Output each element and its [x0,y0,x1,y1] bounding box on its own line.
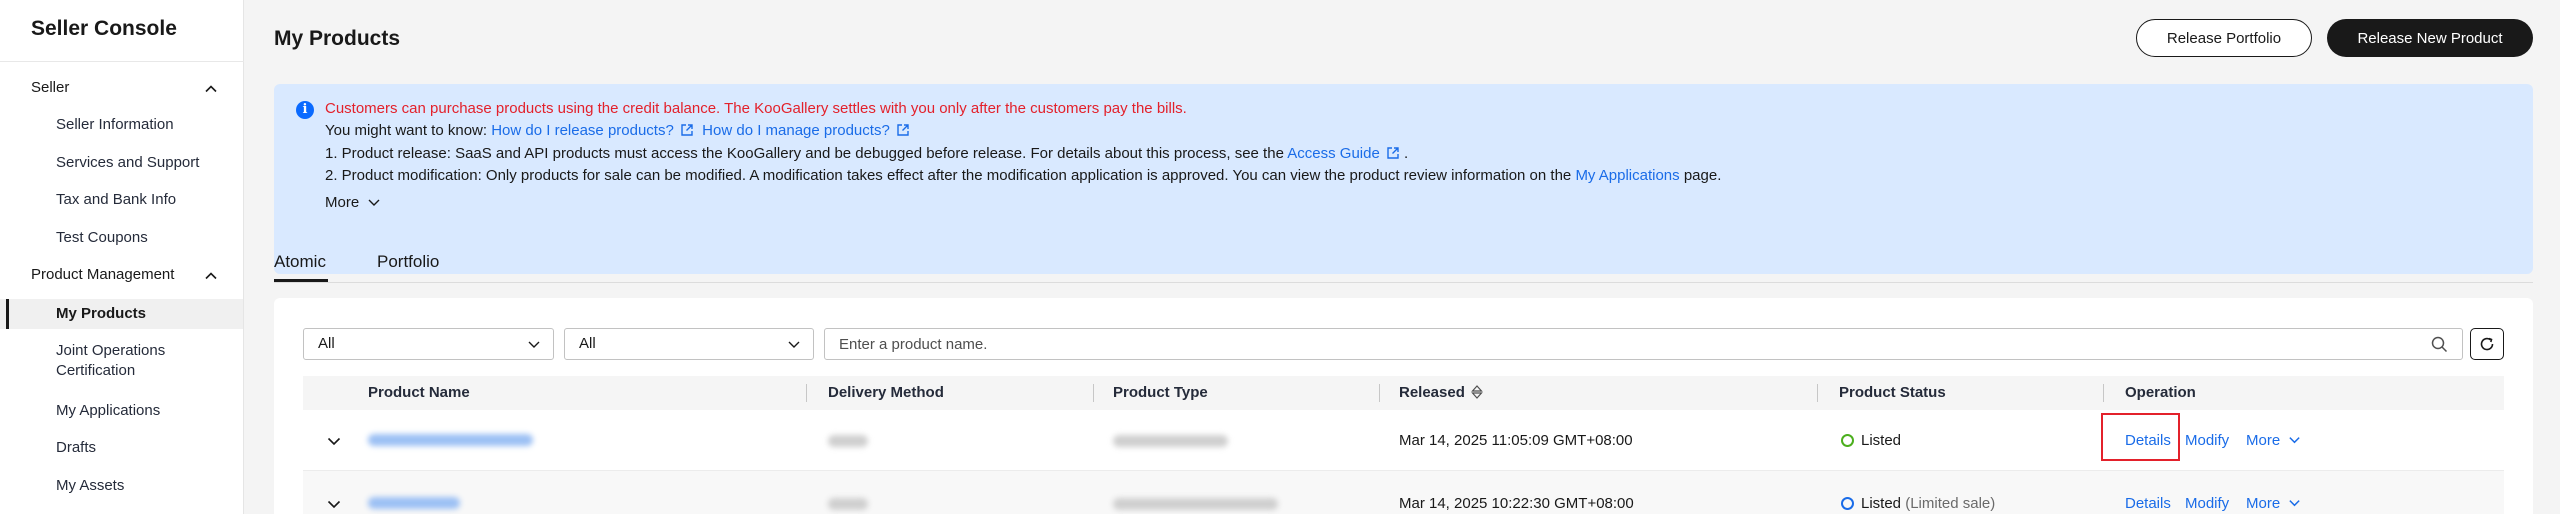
product-search [824,328,2463,360]
chevron-down-icon [2289,437,2301,444]
filter-select-2-value: All [579,335,596,352]
column-product-type: Product Type [1113,384,1208,401]
tab-atomic[interactable]: Atomic [274,252,326,272]
delivery-method-redacted [828,435,868,447]
released-time: Mar 14, 2025 10:22:30 GMT+08:00 [1399,495,1634,512]
chevron-down-icon [528,341,540,348]
sort-icon[interactable] [1471,385,1483,399]
more-menu-label: More [2246,495,2281,512]
filter-select-2[interactable]: All [564,328,814,360]
status-dot-icon [1841,434,1854,447]
column-resizer[interactable] [1379,384,1380,402]
sidebar-item-test-coupons[interactable]: Test Coupons [56,228,148,248]
status-note: (Limited sale) [1905,495,1996,512]
tab-portfolio[interactable]: Portfolio [377,252,439,272]
sidebar-group-seller[interactable]: Seller [31,79,69,96]
help-prefix: You might want to know: [325,122,488,139]
status-dot-icon [1841,497,1854,510]
column-released-label: Released [1399,384,1465,401]
filter-select-1-value: All [318,335,335,352]
chevron-down-icon [788,341,800,348]
notice-banner: i Customers can purchase products using … [274,84,2533,274]
sidebar-item-services-and-support[interactable]: Services and Support [56,153,199,173]
sidebar-item-my-assets[interactable]: My Assets [56,476,124,496]
modification-rule-end: page. [1683,167,1722,184]
column-product-status: Product Status [1839,384,1946,401]
sidebar-group-product-management[interactable]: Product Management [31,266,174,283]
refresh-button[interactable] [2470,328,2504,360]
access-guide-link[interactable]: Access Guide [1287,145,1380,162]
my-applications-link[interactable]: My Applications [1575,167,1679,184]
search-icon[interactable] [2431,336,2448,353]
expand-row-icon[interactable] [326,496,342,512]
sidebar-item-my-products[interactable]: My Products [56,304,146,324]
column-operation: Operation [2125,384,2196,401]
column-released[interactable]: Released [1399,376,1483,410]
status-text: Listed [1861,495,1902,512]
external-link-icon[interactable] [1386,146,1400,160]
column-resizer[interactable] [1817,384,1818,402]
chevron-up-icon[interactable] [204,82,218,96]
external-link-icon[interactable] [896,123,910,137]
credit-balance-warning: Customers can purchase products using th… [325,100,1187,117]
modification-rule-line: 2. Product modification: Only products f… [325,167,1721,184]
status-text: Listed [1861,432,1902,449]
more-menu[interactable]: More [2246,432,2301,449]
highlight-box [2101,413,2180,461]
delivery-method-redacted [828,498,868,510]
column-resizer[interactable] [2103,384,2104,402]
more-menu[interactable]: More [2246,495,2301,512]
sidebar-item-tax-and-bank-info[interactable]: Tax and Bank Info [56,190,176,210]
product-name-link-redacted[interactable] [368,434,533,446]
sidebar-item-seller-information[interactable]: Seller Information [56,115,174,135]
sidebar-item-label-line2: Certification [56,362,136,379]
status-badge: Listed [1841,432,1901,449]
column-delivery-method: Delivery Method [828,384,944,401]
chevron-up-icon[interactable] [204,269,218,283]
details-link[interactable]: Details [2125,495,2171,512]
info-icon: i [296,101,314,119]
chevron-down-icon [368,199,380,206]
chevron-down-icon [2289,500,2301,507]
column-resizer[interactable] [806,384,807,402]
release-rule-line: 1. Product release: SaaS and API product… [325,145,1408,162]
sidebar-item-joint-operations-certification[interactable]: Joint Operations Certification [56,341,165,381]
how-to-manage-link[interactable]: How do I manage products? [702,122,890,139]
expand-row-icon[interactable] [326,433,342,449]
modification-rule-text: 2. Product modification: Only products f… [325,167,1572,184]
more-label: More [325,194,360,211]
table-row: Mar 14, 2025 10:22:30 GMT+08:00 Listed (… [303,471,2504,514]
external-link-icon[interactable] [680,123,694,137]
active-item-indicator [6,299,9,329]
refresh-icon [2480,337,2494,351]
product-type-redacted [1113,435,1228,447]
product-name-link-redacted[interactable] [368,497,460,509]
release-portfolio-button[interactable]: Release Portfolio [2136,19,2312,57]
modify-link[interactable]: Modify [2185,432,2229,449]
modify-link[interactable]: Modify [2185,495,2229,512]
sidebar: Seller Console Seller Seller Information… [0,0,244,514]
page-title: My Products [274,27,401,50]
more-toggle[interactable]: More [325,194,381,211]
sidebar-item-my-applications[interactable]: My Applications [56,401,160,421]
filter-select-1[interactable]: All [303,328,554,360]
how-to-release-link[interactable]: How do I release products? [491,122,674,139]
search-input[interactable] [839,329,2399,359]
sidebar-item-drafts[interactable]: Drafts [56,438,96,458]
column-product-name: Product Name [368,384,470,401]
tabs-divider [274,282,2533,283]
release-new-product-button[interactable]: Release New Product [2327,19,2533,57]
status-badge: Listed (Limited sale) [1841,495,1995,512]
sidebar-divider [0,61,244,62]
table-header: Product Name Delivery Method Product Typ… [303,376,2504,410]
console-title: Seller Console [31,17,177,40]
more-menu-label: More [2246,432,2281,449]
sidebar-item-label-line1: Joint Operations [56,342,166,359]
product-type-redacted [1113,498,1278,510]
release-rule-end: . [1403,145,1409,162]
help-links-line: You might want to know: How do I release… [325,122,910,139]
released-time: Mar 14, 2025 11:05:09 GMT+08:00 [1399,432,1633,449]
release-rule-text: 1. Product release: SaaS and API product… [325,145,1284,162]
column-resizer[interactable] [1093,384,1094,402]
